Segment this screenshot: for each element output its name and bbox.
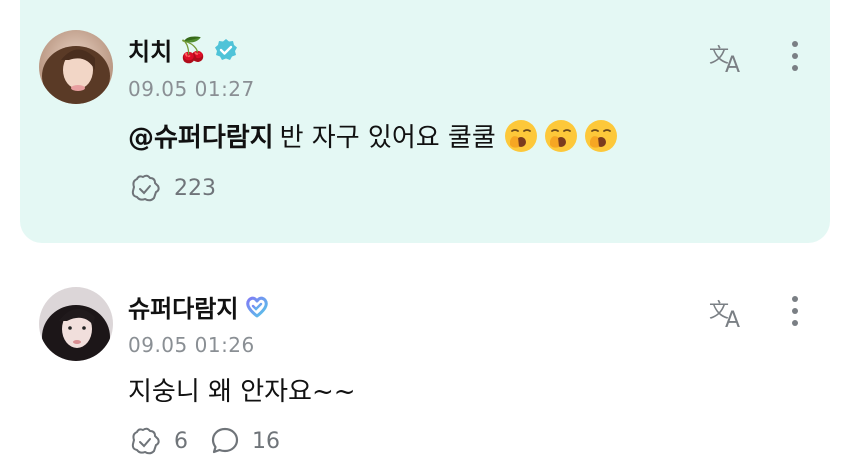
translate-icon[interactable]: 文 A: [709, 40, 749, 74]
comment-count: 16: [252, 428, 280, 454]
yawning-face-emoji-icon: [504, 119, 537, 152]
mention-link[interactable]: @슈퍼다람지: [128, 117, 274, 154]
translate-icon[interactable]: 文 A: [709, 295, 749, 329]
post-text: 지숭니 왜 안자요~~: [128, 377, 356, 407]
post-2: 슈퍼다람지 09.05 01:26 지숭니 왜 안자요~~ 6 16 文 A: [0, 243, 850, 470]
author-name[interactable]: 슈퍼다람지: [128, 289, 238, 324]
cherry-emoji: 🍒: [178, 35, 209, 64]
more-vertical-icon[interactable]: [790, 40, 800, 74]
more-vertical-icon[interactable]: [790, 295, 800, 329]
avatar[interactable]: [39, 287, 113, 361]
verified-badge-icon: [214, 38, 238, 62]
author-name[interactable]: 치치: [128, 32, 172, 67]
post-1: 치치 🍒 09.05 01:27 @슈퍼다람지 반 자구 있어요 쿨쿨 223 …: [0, 0, 850, 243]
like-button[interactable]: 223: [128, 173, 216, 203]
post-time: 09.05 01:26: [128, 333, 255, 357]
comment-icon: [211, 427, 239, 454]
like-icon: [131, 427, 160, 455]
post-text: 반 자구 있어요 쿨쿨: [279, 123, 496, 153]
post-time: 09.05 01:27: [128, 77, 255, 101]
like-button[interactable]: 6: [128, 426, 188, 456]
yawning-face-emoji-icon: [544, 119, 577, 152]
like-count: 223: [174, 175, 216, 201]
heart-badge-icon: [244, 295, 270, 319]
svg-text:A: A: [725, 308, 740, 329]
avatar[interactable]: [39, 30, 113, 104]
like-icon: [131, 174, 160, 202]
svg-text:A: A: [725, 53, 740, 74]
like-count: 6: [174, 428, 188, 454]
yawning-face-emoji-icon: [584, 119, 617, 152]
comment-button[interactable]: 16: [210, 426, 280, 456]
